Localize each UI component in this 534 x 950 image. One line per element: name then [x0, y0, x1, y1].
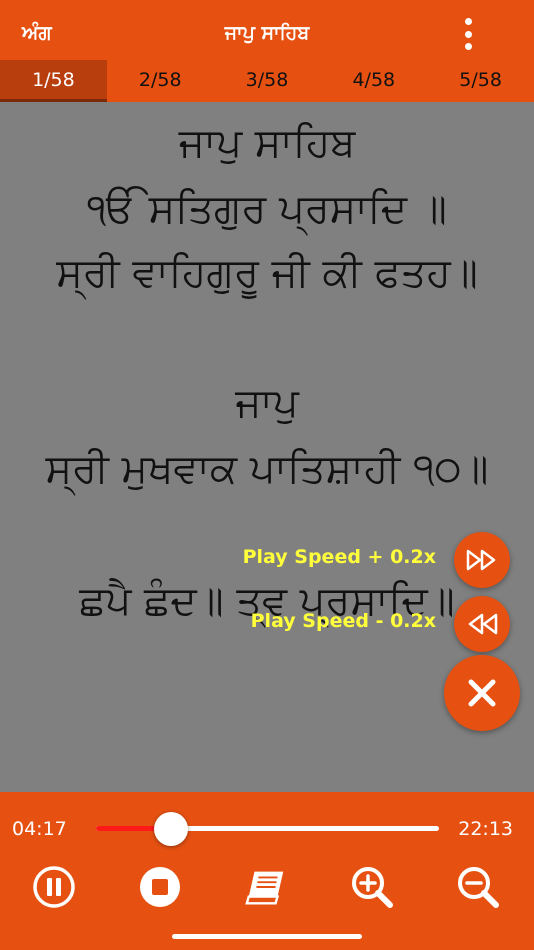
- tab-5[interactable]: 5/58: [427, 60, 534, 102]
- speed-increase-label: Play Speed + 0.2x: [242, 546, 436, 568]
- audio-player: 04:17 22:13: [0, 792, 534, 950]
- total-time: 22:13: [458, 818, 513, 840]
- close-speed-menu-button[interactable]: [444, 655, 520, 731]
- pause-button[interactable]: [31, 864, 77, 910]
- gurbani-content[interactable]: ਜਾਪੁ ਸਾਹਿਬ ੴ ਸਤਿਗੁਰ ਪ੍ਰਸਾਦਿ ॥ ਸ੍ਰੀ ਵਾਹਿਗ…: [0, 102, 534, 792]
- stop-button[interactable]: [137, 864, 183, 910]
- zoom-out-button[interactable]: [455, 864, 501, 910]
- tab-3[interactable]: 3/58: [214, 60, 321, 102]
- app-header: ਅੰਗ ਜਾਪੁ ਸਾਹਿਬ: [0, 0, 534, 62]
- zoom-in-icon: [352, 867, 393, 908]
- rewind-icon: [468, 613, 498, 635]
- book-button[interactable]: [243, 864, 289, 910]
- stop-icon: [140, 867, 180, 907]
- page-tabs: 1/58 2/58 3/58 4/58 5/58: [0, 60, 534, 102]
- close-icon: [468, 679, 496, 707]
- tab-1[interactable]: 1/58: [0, 60, 107, 102]
- more-vertical-icon[interactable]: [454, 16, 482, 52]
- seek-bar[interactable]: [96, 826, 439, 831]
- verse-line: ਸ੍ਰੀ ਵਾਹਿਗੁਰੂ ਜੀ ਕੀ ਫਤਹ॥: [56, 250, 478, 296]
- tab-4[interactable]: 4/58: [320, 60, 427, 102]
- fast-forward-icon: [466, 549, 496, 571]
- rewind-button[interactable]: [454, 596, 510, 652]
- current-time: 04:17: [12, 818, 67, 840]
- verse-line: ੴ ਸਤਿਗੁਰ ਪ੍ਰਸਾਦਿ ॥: [87, 186, 447, 232]
- verse-line: ਜਾਪੁ: [235, 380, 299, 426]
- home-indicator[interactable]: [172, 934, 362, 939]
- seek-thumb[interactable]: [154, 812, 189, 846]
- speed-decrease-label: Play Speed - 0.2x: [250, 610, 436, 632]
- pause-icon: [33, 866, 75, 908]
- book-icon: [245, 871, 284, 905]
- verse-line: ਸ੍ਰੀ ਮੁਖਵਾਕ ਪਾਤਿਸ਼ਾਹੀ ੧੦॥: [45, 446, 489, 492]
- zoom-out-icon: [458, 867, 499, 908]
- zoom-in-button[interactable]: [349, 864, 395, 910]
- fast-forward-button[interactable]: [454, 532, 510, 588]
- tab-2[interactable]: 2/58: [107, 60, 214, 102]
- verse-line: ਜਾਪੁ ਸਾਹਿਬ: [178, 120, 356, 166]
